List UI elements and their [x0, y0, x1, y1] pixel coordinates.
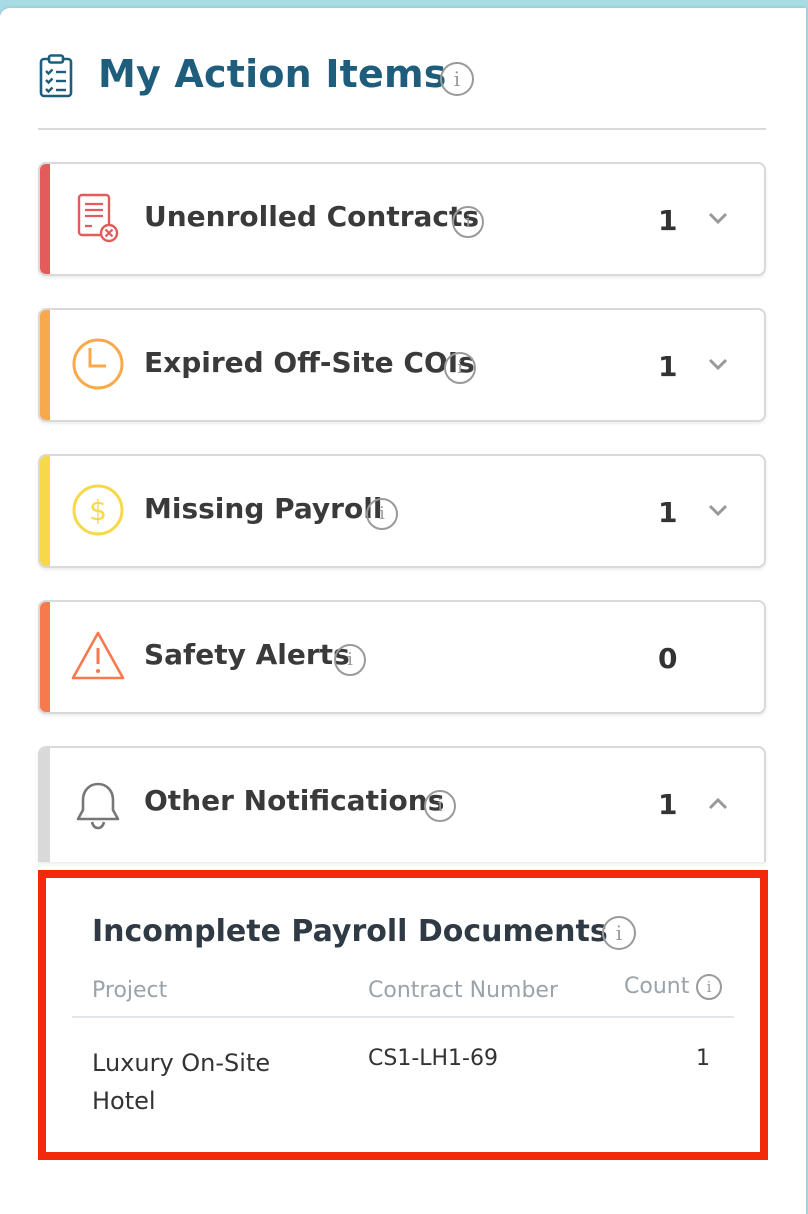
info-icon[interactable]: i — [334, 644, 366, 676]
card-accent-bar — [40, 602, 50, 712]
card-count: 0 — [658, 642, 678, 675]
card-accent-bar — [40, 164, 50, 274]
card-expired-cois[interactable]: Expired Off-Site COIs i 1 — [38, 308, 766, 422]
info-icon[interactable]: i — [424, 790, 456, 822]
bell-icon — [76, 782, 120, 830]
chevron-down-icon[interactable] — [706, 210, 730, 226]
card-accent-bar — [40, 456, 50, 566]
svg-text:$: $ — [89, 494, 107, 527]
column-header-count[interactable]: Count — [624, 974, 689, 999]
chevron-down-icon[interactable] — [706, 502, 730, 518]
card-label: Safety Alerts — [144, 638, 350, 671]
table-divider — [72, 1016, 734, 1018]
header-divider — [38, 128, 766, 130]
card-label: Expired Off-Site COIs — [144, 346, 475, 379]
clipboard-checklist-icon — [39, 54, 73, 98]
card-accent-bar — [40, 748, 50, 862]
action-items-panel: My Action Items i Unenrolled Contracts i… — [0, 8, 806, 1214]
incomplete-payroll-panel: Incomplete Payroll Documents i Project C… — [38, 870, 768, 1160]
warning-icon — [71, 631, 125, 680]
page-title: My Action Items — [98, 52, 447, 96]
card-count: 1 — [658, 350, 678, 383]
info-icon[interactable]: i — [696, 974, 722, 1000]
card-count: 1 — [658, 204, 678, 237]
card-count: 1 — [658, 788, 678, 821]
card-accent-bar — [40, 310, 50, 420]
card-count: 1 — [658, 496, 678, 529]
dollar-icon: $ — [72, 484, 124, 536]
info-icon[interactable]: i — [452, 206, 484, 238]
cell-project[interactable]: Luxury On-Site Hotel — [92, 1044, 322, 1120]
action-items-header: My Action Items i — [38, 48, 766, 110]
card-other-notifications[interactable]: Other Notifications i 1 — [38, 746, 766, 862]
info-icon[interactable]: i — [366, 498, 398, 530]
card-safety-alerts[interactable]: Safety Alerts i 0 — [38, 600, 766, 714]
card-unenrolled-contracts[interactable]: Unenrolled Contracts i 1 — [38, 162, 766, 276]
clock-icon — [72, 338, 124, 390]
contract-x-icon — [77, 193, 119, 243]
card-missing-payroll[interactable]: $ Missing Payroll i 1 — [38, 454, 766, 568]
cell-count: 1 — [696, 1046, 710, 1071]
card-label: Unenrolled Contracts — [144, 200, 480, 233]
panel-title: Incomplete Payroll Documents — [92, 914, 608, 949]
info-icon[interactable]: i — [444, 352, 476, 384]
info-icon[interactable]: i — [440, 62, 474, 96]
chevron-down-icon[interactable] — [706, 356, 730, 372]
card-label: Missing Payroll — [144, 492, 383, 525]
card-label: Other Notifications — [144, 784, 445, 817]
chevron-up-icon[interactable] — [706, 796, 730, 812]
column-header-project[interactable]: Project — [92, 978, 167, 1003]
cell-contract-number: CS1-LH1-69 — [368, 1046, 498, 1071]
info-icon[interactable]: i — [602, 916, 636, 950]
column-header-contract-number[interactable]: Contract Number — [368, 978, 558, 1003]
